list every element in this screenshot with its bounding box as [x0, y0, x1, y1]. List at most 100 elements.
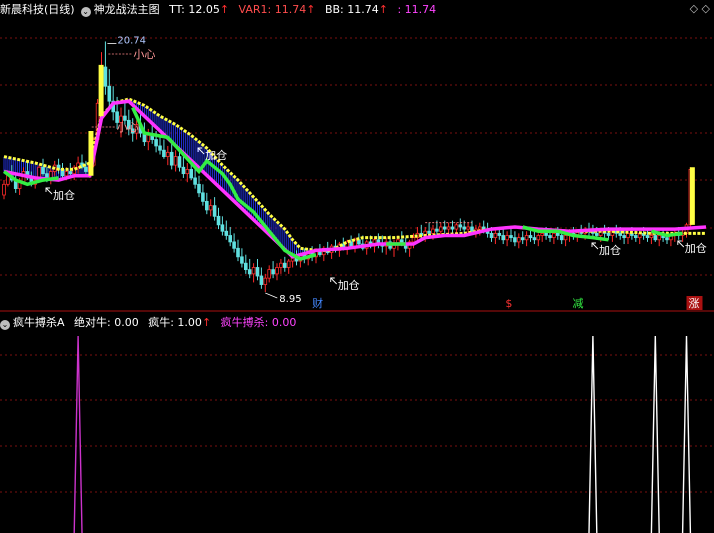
- candle-body: [649, 235, 654, 239]
- bottom-signal-marker: 减: [573, 297, 584, 310]
- candle-body: [528, 235, 533, 239]
- candle-body: [275, 267, 279, 275]
- corner-icons: ◇ ◇: [690, 2, 710, 15]
- diamond-icon[interactable]: ◇: [702, 2, 710, 15]
- candle-body: [442, 226, 447, 230]
- candle-body: [224, 230, 229, 236]
- candle-body: [520, 237, 525, 241]
- bottom-signal-marker: $: [505, 297, 512, 310]
- candle-body: [477, 226, 482, 230]
- bottom-signal-marker: 财: [312, 296, 323, 310]
- candle-body: [450, 226, 455, 230]
- candle-body: [271, 269, 275, 275]
- candle-body: [524, 235, 529, 241]
- indicator-menu-icon[interactable]: ⌄: [0, 320, 10, 330]
- candle-body: [146, 134, 151, 143]
- candle-body: [438, 226, 443, 232]
- candle-body: [208, 205, 213, 211]
- chart-window: 20.74 8.95 小心 小心 加仓 加仓 加仓 加仓 加仓财 $ 减涨 新晨科技(日线) ⌄ 神龙战…: [0, 0, 714, 533]
- candle-body: [247, 269, 252, 275]
- candle-body: [544, 232, 548, 236]
- candle-body: [517, 237, 521, 243]
- indicator-spike-line: [73, 335, 83, 533]
- main-panel-header: 新晨科技(日线) ⌄ 神龙战法主图 TT: 12.05↑ VAR1: 11.74↑ …: [0, 1, 442, 19]
- add-position-annotation: 加仓: [599, 243, 621, 257]
- candle-body: [49, 171, 53, 179]
- caution-annotation: 小心: [117, 121, 139, 134]
- candle-body: [41, 166, 45, 175]
- candle-body: [282, 262, 287, 268]
- candle-body: [286, 260, 291, 268]
- bull-kill-value: 疯牛搏杀: 0.00: [220, 316, 297, 329]
- candle-body: [259, 275, 264, 285]
- candle-body: [216, 215, 221, 226]
- low-pointer: [265, 292, 278, 299]
- candle-body: [622, 235, 626, 239]
- candle-body: [279, 262, 283, 268]
- candle-body: [540, 232, 544, 236]
- candle-body: [411, 237, 416, 243]
- candle-body: [243, 262, 248, 271]
- candle-body: [263, 277, 268, 285]
- candle-body: [634, 235, 638, 239]
- candle-body: [197, 183, 201, 194]
- annotation-arrow: [45, 187, 53, 195]
- add-position-annotation: 加仓: [685, 241, 707, 255]
- add-position-annotation: 加仓: [205, 148, 227, 162]
- annotation-arrow: [677, 240, 685, 248]
- annotation-arrow: [330, 277, 338, 285]
- candle-body: [123, 115, 127, 121]
- candle-body: [606, 232, 611, 236]
- candle-body: [165, 151, 170, 158]
- candle-body: [169, 151, 174, 166]
- candle-body: [212, 205, 217, 217]
- candle-body: [64, 171, 69, 177]
- candle-body: [435, 228, 439, 232]
- candle-body: [595, 232, 599, 236]
- indicator-menu-icon[interactable]: ⌄: [80, 7, 91, 17]
- bb-value: BB: 11.74↑: [324, 3, 388, 16]
- candle-body: [505, 235, 509, 241]
- candle-body: [509, 235, 513, 239]
- stock-name[interactable]: 新晨科技(日线): [0, 3, 75, 16]
- candle-body: [552, 232, 556, 239]
- sub-indicator-name[interactable]: 疯牛搏杀A: [13, 316, 65, 329]
- diamond-icon[interactable]: ◇: [690, 2, 698, 15]
- extra-value: : 11.74: [397, 3, 437, 16]
- candle-body: [84, 166, 88, 172]
- candle-body: [645, 235, 650, 239]
- annotation-arrow: [591, 242, 599, 250]
- candle-body: [232, 241, 236, 249]
- candle-body: [462, 226, 466, 230]
- main-indicator-name[interactable]: 神龙战法主图: [94, 3, 160, 16]
- bottom-signal-marker: 涨: [689, 297, 700, 310]
- var1-value: VAR1: 11.74↑: [238, 3, 316, 16]
- candle-body: [181, 166, 186, 175]
- candle-body: [267, 269, 271, 279]
- candle-body: [513, 237, 517, 243]
- candle-body: [236, 247, 240, 258]
- candle-body: [189, 168, 194, 179]
- candle-body: [501, 235, 505, 241]
- abs-bull-value: 绝对牛: 0.00: [74, 316, 139, 329]
- candle-body: [255, 267, 260, 277]
- bull-value: 疯牛: 1.00↑: [148, 316, 212, 329]
- candle-body: [497, 232, 502, 236]
- tt-value: TT: 12.05↑: [169, 3, 230, 16]
- candle-body: [228, 235, 233, 243]
- candle-body: [173, 156, 178, 166]
- candle-body: [493, 232, 498, 239]
- indicator-spike-line: [681, 335, 692, 533]
- candle-body: [556, 232, 560, 236]
- candle-body: [563, 235, 568, 241]
- candle-body: [481, 226, 486, 230]
- candle-body: [548, 235, 552, 239]
- candle-body: [177, 156, 182, 168]
- candle-body: [2, 183, 6, 196]
- candle-body: [559, 235, 564, 241]
- add-position-annotation: 加仓: [338, 278, 360, 292]
- high-price-label: 20.74: [117, 36, 146, 47]
- candle-body: [193, 177, 197, 185]
- candle-body: [154, 139, 158, 147]
- candle-body: [103, 66, 108, 87]
